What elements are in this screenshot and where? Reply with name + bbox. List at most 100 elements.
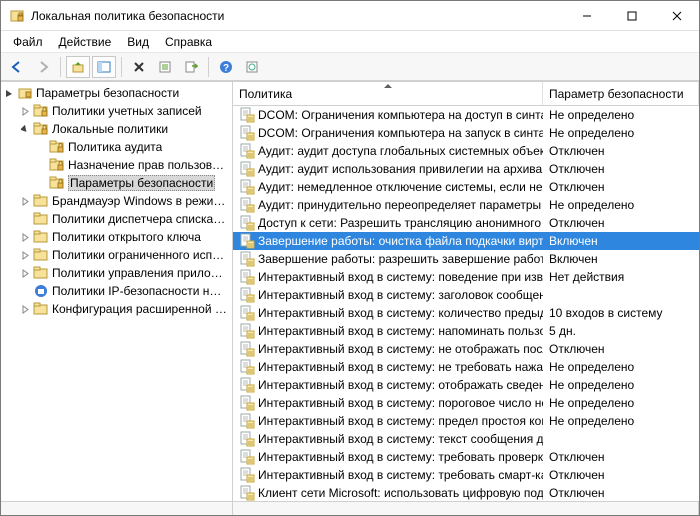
expander-icon[interactable] [35, 159, 47, 171]
tree-root[interactable]: Параметры безопасности [1, 84, 232, 102]
expander-icon[interactable] [35, 177, 47, 189]
expander-icon[interactable] [19, 213, 31, 225]
help-button[interactable]: ? [214, 56, 238, 78]
value-cell: Отключен [543, 468, 699, 482]
value-cell: Не определено [543, 414, 699, 428]
menu-file[interactable]: Файл [5, 33, 51, 51]
list-row[interactable]: Доступ к сети: Разрешить трансляцию анон… [233, 214, 699, 232]
toolbar-separator [121, 57, 122, 77]
menubar: Файл Действие Вид Справка [1, 31, 699, 53]
tree-item[interactable]: Конфигурация расширенной полит [1, 300, 232, 318]
tree-item[interactable]: Политики IP-безопасности на "Лок [1, 282, 232, 300]
tree-item[interactable]: Политики ограниченного использов [1, 246, 232, 264]
policy-cell: Интерактивный вход в систему: пороговое … [233, 395, 543, 411]
tree-item[interactable]: Локальные политики [1, 120, 232, 138]
expander-icon[interactable] [35, 141, 47, 153]
expander-icon[interactable] [19, 231, 31, 243]
titlebar: Локальная политика безопасности [1, 1, 699, 31]
list-row[interactable]: Завершение работы: разрешить завершение … [233, 250, 699, 268]
maximize-button[interactable] [609, 1, 654, 30]
show-hide-tree-button[interactable] [92, 56, 116, 78]
policy-cell: Интерактивный вход в систему: предел про… [233, 413, 543, 429]
list-row[interactable]: Интерактивный вход в систему: напоминать… [233, 322, 699, 340]
value-cell: Отключен [543, 450, 699, 464]
list-row[interactable]: DCOM: Ограничения компьютера на доступ в… [233, 106, 699, 124]
list-row[interactable]: Интерактивный вход в систему: заголовок … [233, 286, 699, 304]
list-row[interactable]: Интерактивный вход в систему: количество… [233, 304, 699, 322]
expander-icon[interactable] [19, 249, 31, 261]
list-row[interactable]: Интерактивный вход в систему: требовать … [233, 448, 699, 466]
menu-help[interactable]: Справка [157, 33, 220, 51]
list-row[interactable]: Аудит: принудительно переопределяет пара… [233, 196, 699, 214]
list-body[interactable]: DCOM: Ограничения компьютера на доступ в… [233, 106, 699, 501]
back-button[interactable] [5, 56, 29, 78]
tree-item[interactable]: Политики открытого ключа [1, 228, 232, 246]
tree-item[interactable]: Параметры безопасности [1, 174, 232, 192]
forward-button[interactable] [31, 56, 55, 78]
content-body: Параметры безопасности Политики учетных … [1, 81, 699, 501]
list-row[interactable]: Интерактивный вход в систему: пороговое … [233, 394, 699, 412]
policy-text: Интерактивный вход в систему: не отображ… [258, 342, 543, 356]
statusbar-cell [233, 502, 699, 515]
list-row[interactable]: DCOM: Ограничения компьютера на запуск в… [233, 124, 699, 142]
tree-item[interactable]: Политика аудита [1, 138, 232, 156]
list-row[interactable]: Аудит: аудит использования привилегии на… [233, 160, 699, 178]
expander-icon[interactable] [3, 87, 15, 99]
value-cell: Отключен [543, 342, 699, 356]
list-header: Политика Параметр безопасности [233, 82, 699, 106]
value-cell: 10 входов в систему [543, 306, 699, 320]
value-cell: Отключен [543, 162, 699, 176]
value-cell: Не определено [543, 198, 699, 212]
list-row[interactable]: Интерактивный вход в систему: не требова… [233, 358, 699, 376]
expander-icon[interactable] [19, 123, 31, 135]
list-row[interactable]: Интерактивный вход в систему: поведение … [233, 268, 699, 286]
list-row[interactable]: Аудит: немедленное отключение системы, е… [233, 178, 699, 196]
tree-item[interactable]: Назначение прав пользователя [1, 156, 232, 174]
export-button[interactable] [179, 56, 203, 78]
window-buttons [564, 1, 699, 30]
app-icon [9, 8, 25, 24]
value-cell: Отключен [543, 180, 699, 194]
tree-item[interactable]: Брандмауэр Windows в режиме повы [1, 192, 232, 210]
expander-icon[interactable] [19, 267, 31, 279]
refresh-button[interactable] [240, 56, 264, 78]
value-cell: Отключен [543, 216, 699, 230]
tree-item[interactable]: Политики управления приложения [1, 264, 232, 282]
expander-icon[interactable] [19, 195, 31, 207]
tree-pane[interactable]: Параметры безопасности Политики учетных … [1, 82, 233, 501]
properties-button[interactable] [153, 56, 177, 78]
up-button[interactable] [66, 56, 90, 78]
menu-view[interactable]: Вид [119, 33, 157, 51]
menu-action[interactable]: Действие [51, 33, 120, 51]
list-row[interactable]: Интерактивный вход в систему: не отображ… [233, 340, 699, 358]
list-row[interactable]: Клиент сети Microsoft: использовать цифр… [233, 484, 699, 501]
folder-icon [33, 265, 49, 281]
delete-button[interactable] [127, 56, 151, 78]
expander-icon[interactable] [19, 303, 31, 315]
policy-text: Интерактивный вход в систему: требовать … [258, 468, 543, 482]
column-policy[interactable]: Политика [233, 82, 543, 105]
list-row[interactable]: Аудит: аудит доступа глобальных системны… [233, 142, 699, 160]
list-row[interactable]: Интерактивный вход в систему: текст сооб… [233, 430, 699, 448]
value-cell: Не определено [543, 108, 699, 122]
value-cell: Не определено [543, 126, 699, 140]
policy-cell: Аудит: аудит доступа глобальных системны… [233, 143, 543, 159]
minimize-button[interactable] [564, 1, 609, 30]
tree-item[interactable]: Политики диспетчера списка сетей [1, 210, 232, 228]
tree-label: Политики открытого ключа [52, 230, 201, 244]
policy-cell: Интерактивный вход в систему: требовать … [233, 467, 543, 483]
folder-icon [33, 247, 49, 263]
column-value[interactable]: Параметр безопасности [543, 82, 699, 105]
policy-text: Аудит: аудит использования привилегии на… [258, 162, 543, 176]
policy-cell: Интерактивный вход в систему: не отображ… [233, 341, 543, 357]
tree-item[interactable]: Политики учетных записей [1, 102, 232, 120]
list-row[interactable]: Интерактивный вход в систему: требовать … [233, 466, 699, 484]
expander-icon[interactable] [19, 105, 31, 117]
expander-icon[interactable] [19, 285, 31, 297]
list-row[interactable]: Интерактивный вход в систему: предел про… [233, 412, 699, 430]
tree-label: Брандмауэр Windows в режиме повы [52, 194, 228, 208]
list-row[interactable]: Завершение работы: очистка файла подкачк… [233, 232, 699, 250]
policy-text: DCOM: Ограничения компьютера на доступ в… [258, 108, 543, 122]
list-row[interactable]: Интерактивный вход в систему: отображать… [233, 376, 699, 394]
close-button[interactable] [654, 1, 699, 30]
